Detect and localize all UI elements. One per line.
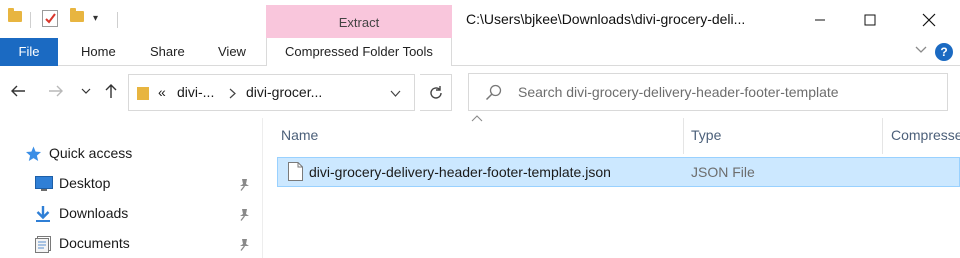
address-bar[interactable]: « divi-... divi-grocer... bbox=[128, 74, 415, 111]
toolbar-divider bbox=[30, 12, 31, 28]
context-tab-group-label: Extract bbox=[338, 15, 380, 30]
file-name: divi-grocery-delivery-header-footer-temp… bbox=[309, 164, 611, 180]
column-header-compressed-size[interactable]: Compresse bbox=[891, 118, 960, 154]
extract-context-tab-group: Extract bbox=[266, 5, 452, 40]
close-button[interactable] bbox=[906, 0, 952, 40]
tab-file[interactable]: File bbox=[0, 38, 58, 66]
column-header-type[interactable]: Type bbox=[691, 118, 721, 154]
pin-icon[interactable] bbox=[238, 208, 250, 221]
column-divider[interactable] bbox=[683, 118, 684, 154]
breadcrumb-overflow[interactable]: « bbox=[158, 84, 166, 100]
file-icon bbox=[288, 162, 303, 181]
sidebar-item-label: Downloads bbox=[59, 205, 129, 221]
tab-share[interactable]: Share bbox=[150, 38, 185, 66]
tab-compressed-folder-tools[interactable]: Compressed Folder Tools bbox=[266, 38, 452, 66]
sort-caret-icon bbox=[471, 115, 483, 122]
column-divider[interactable] bbox=[882, 118, 883, 154]
new-folder-icon[interactable] bbox=[70, 8, 84, 22]
file-list: Name Type Compresse bbox=[263, 118, 960, 258]
pin-icon[interactable] bbox=[238, 238, 250, 251]
maximize-icon bbox=[864, 14, 876, 26]
documents-icon bbox=[35, 236, 51, 253]
up-arrow-icon[interactable] bbox=[104, 83, 118, 99]
star-icon bbox=[26, 146, 41, 161]
folder-icon bbox=[137, 87, 149, 100]
forward-arrow-icon[interactable] bbox=[48, 84, 64, 98]
sidebar-item-desktop[interactable]: Desktop bbox=[0, 169, 262, 199]
tab-home[interactable]: Home bbox=[81, 38, 116, 66]
search-icon bbox=[485, 84, 502, 101]
sidebar-item-documents[interactable]: Documents bbox=[0, 229, 262, 258]
window-title: C:\Users\bjkee\Downloads\divi-grocery-de… bbox=[466, 11, 746, 27]
sidebar-item-downloads[interactable]: Downloads bbox=[0, 199, 262, 229]
minimize-button[interactable] bbox=[797, 0, 843, 40]
breadcrumb-item[interactable]: divi-... bbox=[177, 84, 214, 100]
column-header-name[interactable]: Name bbox=[281, 118, 318, 154]
breadcrumb-item[interactable]: divi-grocer... bbox=[246, 84, 322, 100]
search-input[interactable]: Search divi-grocery-delivery-header-foot… bbox=[518, 84, 839, 100]
recent-locations-chevron-icon[interactable] bbox=[81, 88, 91, 95]
refresh-button[interactable] bbox=[420, 74, 452, 111]
sidebar-item-quick-access[interactable]: Quick access bbox=[0, 139, 262, 169]
chevron-right-icon[interactable] bbox=[229, 88, 236, 99]
toolbar-divider bbox=[117, 12, 118, 28]
help-button[interactable]: ? bbox=[935, 43, 953, 61]
expand-ribbon-chevron-icon[interactable] bbox=[914, 45, 928, 55]
pin-icon[interactable] bbox=[238, 178, 250, 191]
navigation-pane: Quick access Desktop Downloads Documents bbox=[0, 118, 262, 258]
search-box[interactable]: Search divi-grocery-delivery-header-foot… bbox=[468, 73, 948, 111]
maximize-button[interactable] bbox=[847, 0, 893, 40]
tab-view[interactable]: View bbox=[218, 38, 246, 66]
close-icon bbox=[922, 13, 936, 27]
download-arrow-icon bbox=[36, 206, 50, 222]
ribbon-tabs: File Home Share View Compressed Folder T… bbox=[0, 38, 960, 66]
refresh-icon bbox=[429, 85, 442, 99]
minimize-icon bbox=[815, 19, 825, 21]
table-row[interactable]: divi-grocery-delivery-header-footer-temp… bbox=[277, 157, 960, 187]
file-type: JSON File bbox=[691, 164, 755, 180]
folder-icon[interactable] bbox=[8, 8, 22, 22]
customize-quick-access-dropdown-icon[interactable]: ▾ bbox=[93, 13, 98, 24]
title-bar: ▾ Extract C:\Users\bjkee\Downloads\divi-… bbox=[0, 0, 960, 40]
sidebar-item-label: Quick access bbox=[49, 145, 133, 161]
chevron-down-icon[interactable] bbox=[390, 90, 401, 97]
properties-check-icon[interactable] bbox=[42, 10, 58, 27]
sidebar-item-label: Desktop bbox=[59, 175, 111, 191]
desktop-icon bbox=[35, 176, 53, 191]
sidebar-item-label: Documents bbox=[59, 235, 130, 251]
back-arrow-icon[interactable] bbox=[10, 84, 26, 98]
